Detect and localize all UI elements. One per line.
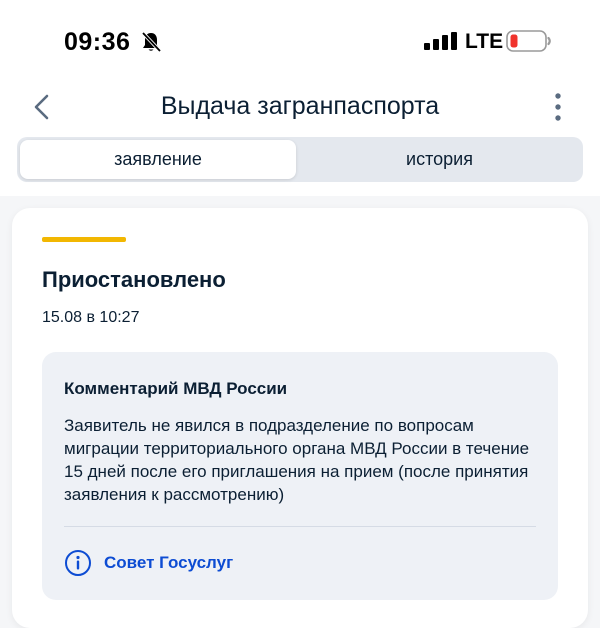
- bell-muted-icon: [141, 31, 162, 53]
- network-type: LTE: [465, 30, 504, 53]
- status-indicator: [42, 237, 126, 242]
- comment-heading: Комментарий МВД России: [64, 379, 288, 398]
- status-title: Приостановлено: [42, 267, 226, 292]
- comment-text: Заявитель не явился в подразделение по в…: [64, 416, 530, 504]
- status-date: 15.08 в 10:27: [42, 309, 140, 326]
- page-title: Выдача загранпаспорта: [160, 92, 440, 120]
- tabs: заявление история: [17, 137, 583, 182]
- status-time: 09:36: [64, 28, 131, 56]
- battery-low-icon: [506, 30, 551, 52]
- divider: [64, 526, 536, 527]
- tab-history[interactable]: история: [299, 140, 580, 179]
- advice-label: Совет Госуслуг: [104, 553, 234, 572]
- more-vertical-icon[interactable]: [548, 91, 568, 123]
- signal-icon: [424, 32, 457, 50]
- tab-application[interactable]: заявление: [20, 140, 296, 179]
- header: Выдача загранпаспорта: [0, 80, 600, 136]
- status-card: Приостановлено 15.08 в 10:27 Комментарий…: [12, 208, 588, 628]
- status-bar: 09:36 LTE: [0, 0, 600, 80]
- info-circle-icon: [65, 550, 91, 576]
- comment-box: Комментарий МВД России Заявитель не явил…: [42, 352, 558, 600]
